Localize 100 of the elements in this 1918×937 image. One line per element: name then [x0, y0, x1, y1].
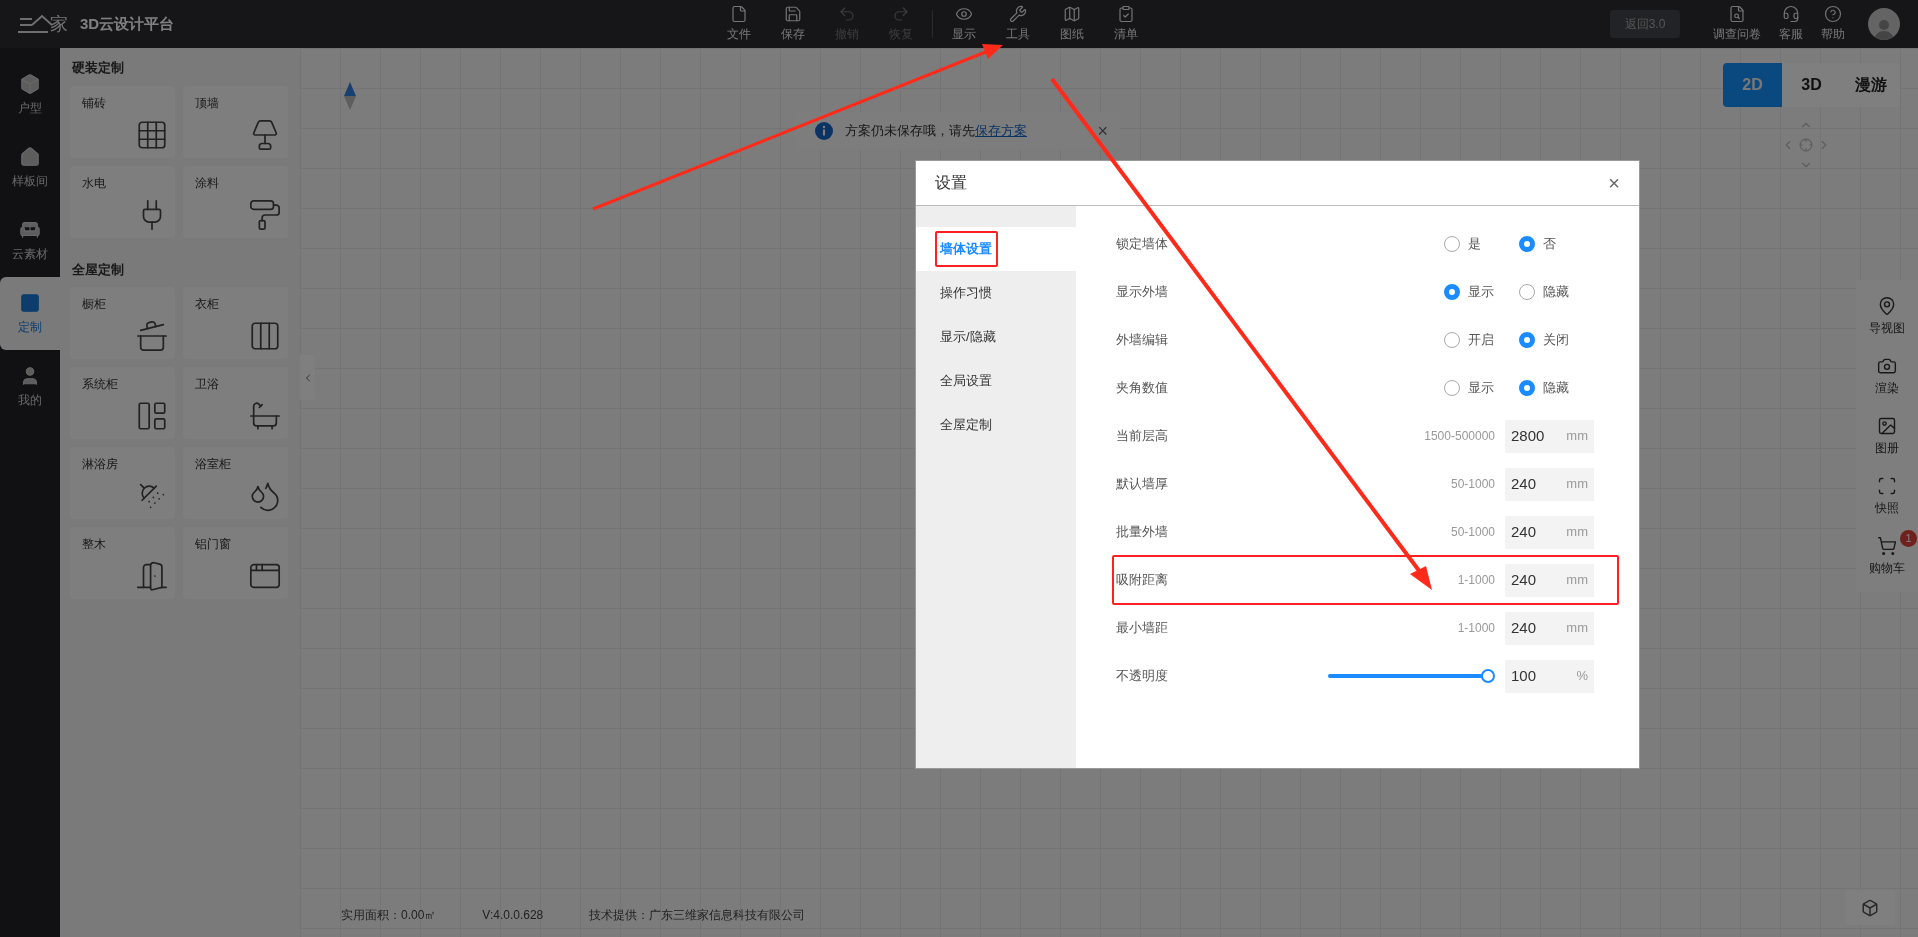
nav-item[interactable]: 操作习惯: [916, 271, 1076, 315]
side-tool[interactable]: 导视图: [1856, 286, 1918, 346]
number-field[interactable]: 240 mm: [1505, 467, 1594, 501]
number-field[interactable]: 100 %: [1505, 659, 1594, 693]
catalog-card[interactable]: 卫浴: [183, 367, 288, 439]
door-icon: [135, 559, 169, 593]
setting-label: 吸附距离: [1116, 571, 1168, 590]
section-title: 全屋定制: [71, 260, 125, 279]
number-field[interactable]: 240 mm: [1505, 515, 1594, 549]
catalog-card[interactable]: 橱柜: [70, 287, 175, 359]
radio-button[interactable]: [1444, 284, 1460, 300]
status-text: 技术提供：广东三维家信息科技有限公司: [589, 907, 806, 924]
toolbar-button[interactable]: 清单: [1099, 5, 1153, 43]
radio-option[interactable]: 是: [1444, 234, 1519, 254]
sidebar-item[interactable]: 定制: [0, 277, 60, 350]
scan-icon: [1877, 475, 1897, 496]
nav-item[interactable]: 全屋定制: [916, 403, 1076, 447]
catalog-card[interactable]: 浴室柜: [183, 447, 288, 519]
view-tab[interactable]: 漫游: [1841, 63, 1900, 107]
toolbar-button[interactable]: 工具: [991, 5, 1045, 43]
radio-option[interactable]: 隐藏: [1519, 378, 1594, 398]
sidebar-item[interactable]: 云素材: [0, 204, 60, 277]
range-hint: 50-1000: [1450, 524, 1495, 541]
radio-option[interactable]: 关闭: [1519, 330, 1594, 350]
compass-icon: [344, 82, 356, 110]
radio-button[interactable]: [1519, 332, 1535, 348]
info-icon: [815, 122, 833, 140]
cart-icon: [1877, 535, 1897, 556]
status-text: V:4.0.0.628: [482, 907, 544, 924]
nav-item[interactable]: 全局设置: [916, 359, 1076, 403]
number-field[interactable]: 240 mm: [1505, 563, 1594, 597]
header-action[interactable]: 客服: [1770, 5, 1812, 43]
setting-label: 夹角数值: [1116, 379, 1168, 398]
catalog-card[interactable]: 衣柜: [183, 287, 288, 359]
dialog-title: 设置: [935, 173, 967, 193]
count-badge: 1: [1900, 530, 1917, 547]
header-action[interactable]: 调查问卷: [1704, 5, 1770, 43]
range-hint: 1500-500000: [1424, 428, 1495, 445]
slider-thumb[interactable]: [1481, 669, 1495, 683]
cube-icon: [1861, 898, 1879, 917]
clipboard-icon: [1117, 5, 1135, 23]
sidebar-item[interactable]: 我的: [0, 350, 60, 423]
sidebar-item[interactable]: 样板间: [0, 131, 60, 204]
save-icon: [784, 5, 802, 23]
nav-item[interactable]: 墙体设置: [916, 227, 1076, 271]
slider[interactable]: [1328, 669, 1495, 683]
setting-label: 当前层高: [1116, 427, 1168, 446]
catalog-card[interactable]: 淋浴房: [70, 447, 175, 519]
redo-icon: [892, 5, 910, 23]
radio-option[interactable]: 开启: [1444, 330, 1519, 350]
help-icon: [1824, 5, 1842, 23]
catalog-card[interactable]: 顶墙: [183, 85, 288, 158]
toolbar-button[interactable]: 文件: [712, 5, 766, 43]
notice-text: 方案仍未保存哦，请先: [845, 122, 975, 141]
section-title: 硬装定制: [71, 59, 125, 77]
range-hint: 1-1000: [1457, 572, 1495, 589]
catalog-card[interactable]: 水电: [70, 165, 175, 238]
save-link[interactable]: 保存方案: [975, 121, 1027, 141]
view-tab[interactable]: 3D: [1782, 63, 1841, 107]
number-field[interactable]: 2800 mm: [1505, 419, 1594, 453]
catalog-card[interactable]: 整木: [70, 527, 175, 599]
logo-text: 家: [50, 12, 68, 36]
setting-label: 批量外墙: [1116, 523, 1168, 542]
side-tool[interactable]: 快照: [1856, 466, 1918, 526]
radio-option[interactable]: 显示: [1444, 282, 1519, 302]
header-action[interactable]: 帮助: [1812, 5, 1854, 43]
avatar[interactable]: [1868, 8, 1900, 40]
undo-icon: [838, 5, 856, 23]
setting-label: 不透明度: [1116, 667, 1168, 686]
headset-icon: [1782, 5, 1800, 23]
toolbar-button[interactable]: 保存: [766, 5, 820, 43]
toolbar-button[interactable]: 显示: [937, 5, 991, 43]
close-button[interactable]: ×: [1608, 168, 1620, 198]
radio-option[interactable]: 否: [1519, 234, 1594, 254]
crosshair-icon: [1799, 138, 1813, 152]
side-tool[interactable]: 渲染: [1856, 346, 1918, 406]
radio-option[interactable]: 显示: [1444, 378, 1519, 398]
droplets-icon: [248, 479, 282, 513]
toolbar-button[interactable]: 图纸: [1045, 5, 1099, 43]
radio-option[interactable]: 隐藏: [1519, 282, 1594, 302]
setting-label: 默认墙厚: [1116, 475, 1168, 494]
logo-icon: [18, 13, 52, 35]
radio-button[interactable]: [1519, 236, 1535, 252]
app-title: 3D云设计平台: [80, 13, 175, 34]
catalog-card[interactable]: 铝门窗: [183, 527, 288, 599]
file-search-icon: [1728, 5, 1746, 23]
setting-label: 显示外墙: [1116, 283, 1168, 302]
wrench-icon: [1009, 5, 1027, 23]
cabinet-icon: [135, 399, 169, 433]
sidebar-item[interactable]: 户型: [0, 58, 60, 131]
catalog-card[interactable]: 涂料: [183, 165, 288, 238]
catalog-card[interactable]: 系统柜: [70, 367, 175, 439]
number-field[interactable]: 240 mm: [1505, 611, 1594, 645]
file-icon: [730, 5, 748, 23]
nav-item[interactable]: 显示/隐藏: [916, 315, 1076, 359]
catalog-card[interactable]: 铺砖: [70, 85, 175, 158]
close-button[interactable]: ×: [1097, 117, 1108, 145]
radio-button[interactable]: [1519, 380, 1535, 396]
house-icon: [19, 145, 41, 168]
side-tool[interactable]: 图册: [1856, 406, 1918, 466]
